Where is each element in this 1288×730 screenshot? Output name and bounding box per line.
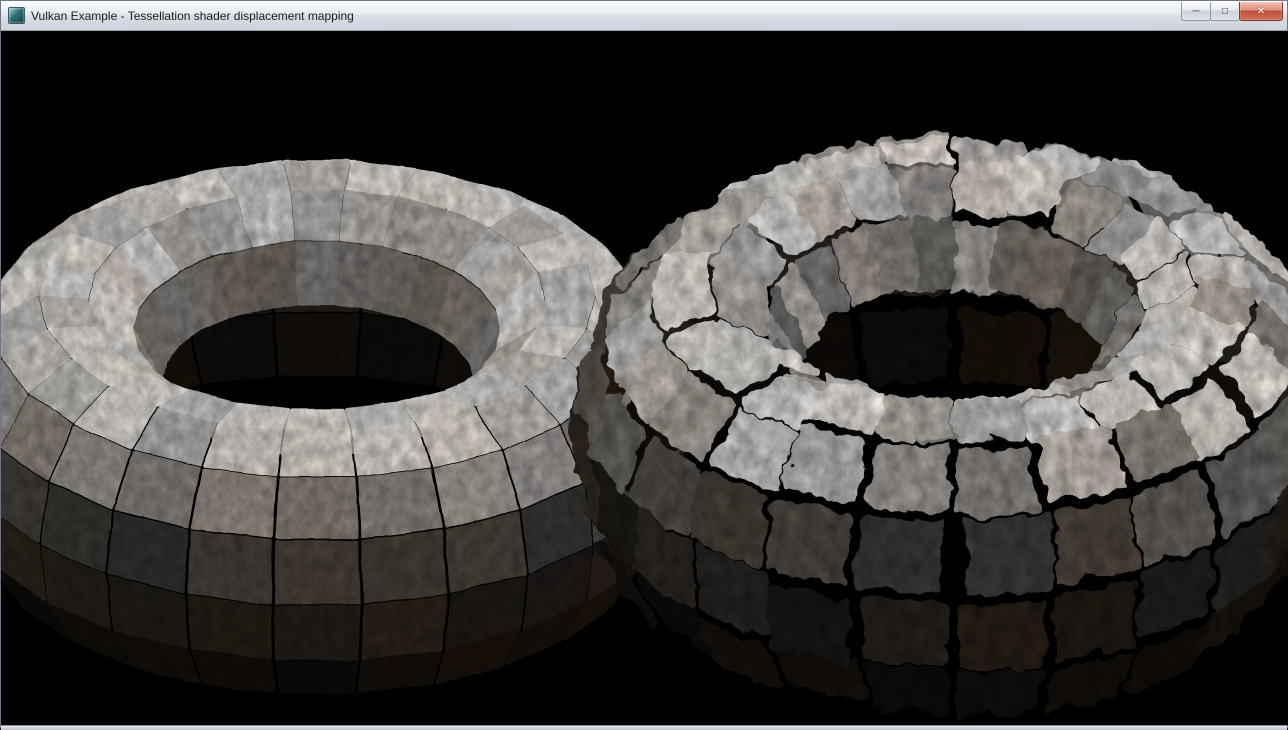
app-window: Vulkan Example - Tessellation shader dis… <box>0 0 1288 728</box>
minimize-icon: ─ <box>1192 6 1199 17</box>
maximize-icon: □ <box>1222 6 1228 17</box>
maximize-button[interactable]: □ <box>1210 2 1240 21</box>
close-button[interactable]: ✕ <box>1239 2 1283 21</box>
minimize-button[interactable]: ─ <box>1181 2 1211 21</box>
torus-scene <box>1 31 1288 725</box>
window-controls: ─ □ ✕ <box>1182 1 1283 21</box>
render-viewport[interactable] <box>1 31 1287 725</box>
window-title: Vulkan Example - Tessellation shader dis… <box>31 9 1176 23</box>
titlebar[interactable]: Vulkan Example - Tessellation shader dis… <box>1 1 1287 31</box>
close-icon: ✕ <box>1257 6 1265 17</box>
app-icon <box>8 7 25 24</box>
